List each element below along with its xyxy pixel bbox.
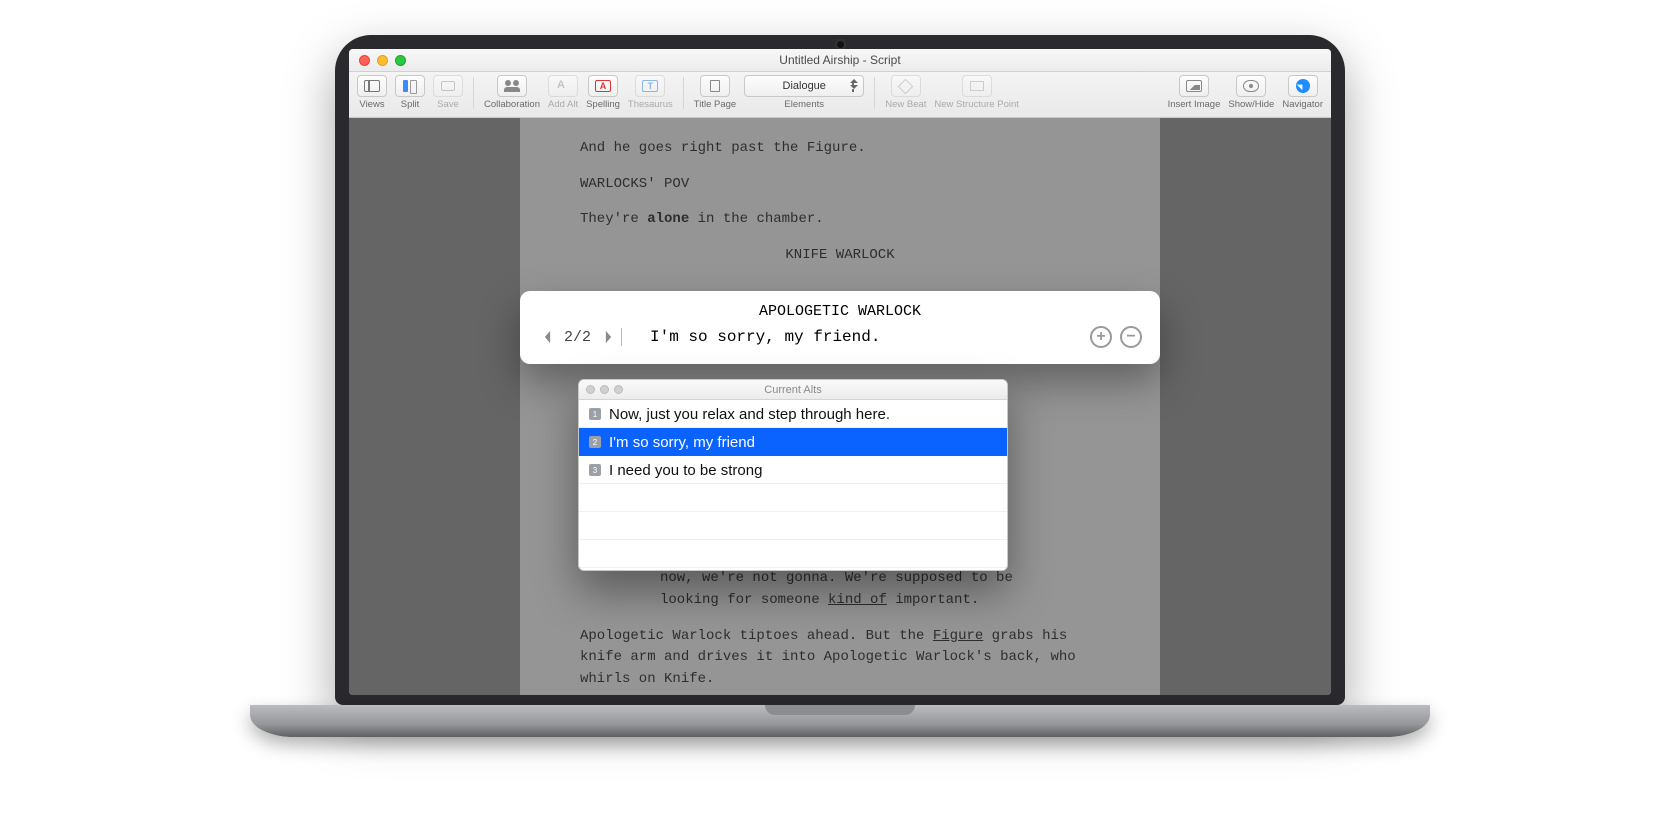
action-line: Apologetic Warlock tiptoes ahead. But th… [580,626,1100,691]
alts-list: 1 Now, just you relax and step through he… [579,400,1007,570]
collaboration-label: Collaboration [484,99,540,110]
alt-list-item[interactable]: 2 I'm so sorry, my friend [579,428,1007,456]
alt-item-text: Now, just you relax and step through her… [609,406,890,423]
spelling-label: Spelling [586,99,620,110]
add-alt-plus-button[interactable]: + [1090,326,1112,348]
toolbar-separator [874,77,875,109]
new-structure-point-label: New Structure Point [934,99,1018,110]
alts-panel-titlebar: Current Alts [579,380,1007,400]
split-icon [402,80,418,92]
current-alts-panel: Current Alts 1 Now, just you relax and st… [578,379,1008,571]
chevron-right-icon [604,330,613,344]
toolbar-separator [683,77,684,109]
alt-editor-popover: APOLOGETIC WARLOCK 2/2 I'm so sorry, my … [520,291,1160,364]
window-titlebar: Untitled Airship - Script [349,49,1331,72]
alt-counter: 2/2 [564,329,591,346]
thesaurus-icon [642,80,658,92]
thesaurus-button[interactable] [635,75,665,97]
action-line: And he goes right past the Figure. [580,138,1100,160]
panel-minimize-icon[interactable] [600,385,609,394]
alt-list-item[interactable]: 1 Now, just you relax and step through he… [579,400,1007,428]
laptop-lid: Untitled Airship - Script Views Split Sa… [335,35,1345,705]
show-hide-label: Show/Hide [1228,99,1274,110]
box-icon [969,80,985,92]
character-name: KNIFE WARLOCK [580,245,1100,267]
add-alt-button[interactable] [548,75,578,97]
views-icon [364,80,380,92]
navigator-button[interactable] [1288,75,1318,97]
laptop-frame: Untitled Airship - Script Views Split Sa… [250,35,1430,795]
chevron-left-icon [543,330,552,344]
new-beat-label: New Beat [885,99,926,110]
split-button[interactable] [395,75,425,97]
add-alt-icon [555,80,571,92]
laptop-notch [765,705,915,715]
chevron-updown-icon [850,79,858,89]
elements-select[interactable]: Dialogue [744,75,864,97]
action-line: They're alone in the chamber. [580,209,1100,231]
thesaurus-label: Thesaurus [628,99,673,110]
add-alt-label: Add Alt [548,99,578,110]
views-button[interactable] [357,75,387,97]
alt-character-name: APOLOGETIC WARLOCK [538,303,1142,320]
alt-item-text: I need you to be strong [609,462,762,479]
alt-item-text: I'm so sorry, my friend [609,434,755,451]
spelling-button[interactable] [588,75,618,97]
spelling-icon [595,80,611,92]
toolbar-separator [473,77,474,109]
title-page-button[interactable] [700,75,730,97]
navigator-label: Navigator [1282,99,1323,110]
screen: Untitled Airship - Script Views Split Sa… [349,49,1331,695]
title-page-label: Title Page [694,99,736,110]
camera-icon [837,41,844,48]
alt-item-number: 2 [589,436,601,448]
save-button[interactable] [433,75,463,97]
new-structure-point-button[interactable] [962,75,992,97]
minimize-icon[interactable] [377,55,388,66]
prev-alt-button[interactable] [538,327,556,347]
shot-line: WARLOCKS' POV [580,174,1100,196]
save-label: Save [437,99,459,110]
alt-item-number: 3 [589,464,601,476]
collaboration-icon [504,80,520,92]
alt-list-item[interactable]: 3 I need you to be strong [579,456,1007,484]
navigator-icon [1296,79,1310,93]
alt-item-number: 1 [589,408,601,420]
panel-window-controls [579,385,623,394]
zoom-icon[interactable] [395,55,406,66]
diamond-icon [898,78,914,94]
split-label: Split [401,99,419,110]
new-beat-button[interactable] [891,75,921,97]
window-controls [349,55,406,66]
next-alt-button[interactable] [599,327,617,347]
save-icon [440,80,456,92]
window-title: Untitled Airship - Script [349,53,1331,67]
elements-value: Dialogue [783,80,826,92]
insert-image-button[interactable] [1179,75,1209,97]
show-hide-button[interactable] [1236,75,1266,97]
collaboration-button[interactable] [497,75,527,97]
laptop-base [250,705,1430,737]
panel-zoom-icon[interactable] [614,385,623,394]
remove-alt-minus-button[interactable]: − [1120,326,1142,348]
panel-close-icon[interactable] [586,385,595,394]
image-icon [1186,80,1202,92]
elements-label: Elements [784,99,824,110]
alt-dialogue-input[interactable]: I'm so sorry, my friend. [621,328,1080,346]
page-icon [707,80,723,92]
toolbar: Views Split Save Collaboration Add [349,72,1331,118]
close-icon[interactable] [359,55,370,66]
alts-panel-title: Current Alts [579,384,1007,396]
eye-icon [1243,80,1259,92]
insert-image-label: Insert Image [1168,99,1221,110]
views-label: Views [359,99,384,110]
